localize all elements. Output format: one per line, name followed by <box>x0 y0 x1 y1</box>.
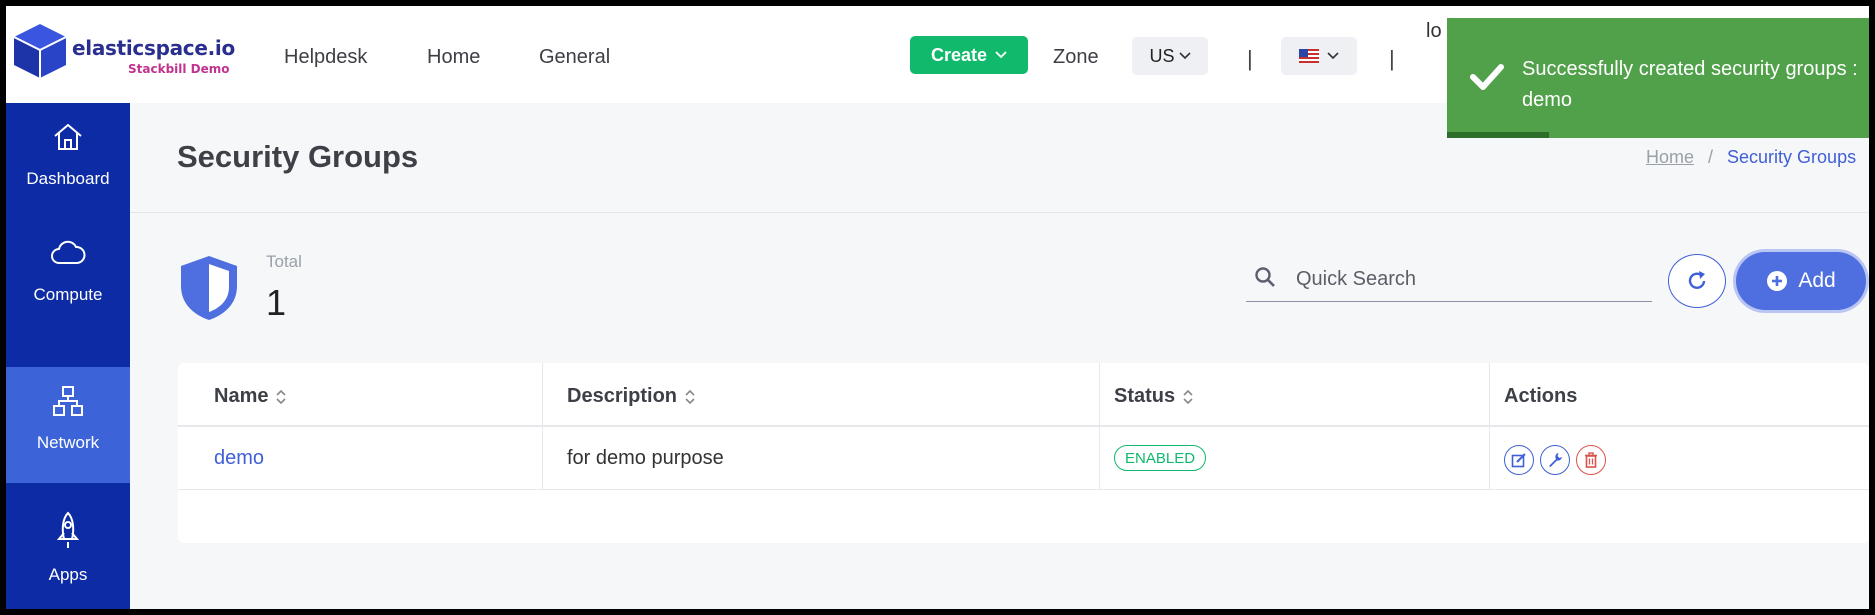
chevron-down-icon <box>1178 52 1191 60</box>
breadcrumb: Home / Security Groups <box>1646 147 1856 168</box>
sort-icon <box>1183 389 1193 404</box>
network-icon <box>53 386 83 416</box>
app-frame: elasticspace.io Stackbill Demo Helpdesk … <box>6 6 1869 609</box>
chevron-down-icon <box>1327 52 1339 60</box>
logo-name: elasticspace.io <box>72 36 235 60</box>
breadcrumb-home[interactable]: Home <box>1646 147 1694 167</box>
us-flag-icon <box>1299 49 1319 63</box>
add-button[interactable]: Add <box>1736 252 1866 310</box>
zone-select[interactable]: US <box>1132 37 1208 75</box>
add-button-label: Add <box>1798 269 1836 292</box>
search-input[interactable] <box>1296 262 1646 296</box>
cloud-icon <box>51 240 86 264</box>
rocket-icon <box>56 511 80 548</box>
home-icon <box>54 123 82 150</box>
refresh-button[interactable] <box>1668 254 1726 308</box>
header-label: Status <box>1114 385 1176 407</box>
sidebar-item-label: Apps <box>48 565 88 584</box>
sidebar-item-network[interactable]: Network <box>6 367 130 483</box>
zone-value: US <box>1149 45 1175 66</box>
trash-icon <box>1585 452 1597 468</box>
create-button-label: Create <box>930 44 988 65</box>
toast-message: Successfully created security groups : d… <box>1522 58 1858 111</box>
create-button[interactable]: Create <box>910 36 1028 74</box>
sidebar-item-label: Compute <box>33 285 103 304</box>
sidebar-item-label: Network <box>36 433 100 452</box>
security-groups-table: Name Description Status Actions demo for… <box>178 363 1869 543</box>
sidebar-item-compute[interactable]: Compute <box>6 219 130 335</box>
header-label: Description <box>567 385 678 407</box>
nav-helpdesk[interactable]: Helpdesk <box>284 46 367 69</box>
sidebar: Dashboard Compute Network Apps <box>6 103 130 609</box>
row-description: for demo purpose <box>567 447 724 469</box>
header-description[interactable]: Description <box>567 385 695 408</box>
delete-button[interactable] <box>1576 445 1606 475</box>
plus-circle-icon <box>1767 271 1788 291</box>
nav-general[interactable]: General <box>539 46 610 69</box>
total-count: 1 <box>266 282 287 323</box>
search-box <box>1246 258 1652 302</box>
toast-progress-bar <box>1447 132 1549 138</box>
edit-icon <box>1511 453 1526 468</box>
logo[interactable]: elasticspace.io Stackbill Demo <box>12 22 242 84</box>
row-divider <box>178 489 1869 490</box>
sort-icon <box>276 389 287 404</box>
wrench-icon <box>1549 453 1562 467</box>
cube-logo-icon <box>13 24 67 78</box>
sidebar-item-apps[interactable]: Apps <box>6 493 130 609</box>
page-title: Security Groups <box>177 139 419 174</box>
header-name[interactable]: Name <box>214 385 287 408</box>
success-toast[interactable]: Successfully created security groups : d… <box>1447 18 1869 138</box>
user-info[interactable]: lo <box>1426 20 1442 43</box>
header-separator: | <box>1247 46 1253 71</box>
shield-icon <box>181 256 237 320</box>
refresh-icon <box>1688 271 1706 289</box>
header-actions: Actions <box>1504 385 1577 408</box>
sidebar-item-label: Dashboard <box>26 169 110 188</box>
sidebar-item-dashboard[interactable]: Dashboard <box>6 103 130 219</box>
nav-home[interactable]: Home <box>427 46 480 69</box>
zone-label: Zone <box>1053 46 1099 68</box>
row-name-link[interactable]: demo <box>214 447 264 470</box>
sort-icon <box>685 389 695 404</box>
status-badge: ENABLED <box>1114 445 1207 471</box>
total-label: Total <box>266 252 302 271</box>
language-select[interactable] <box>1281 37 1357 75</box>
header-divider <box>178 425 1869 427</box>
search-icon <box>1255 267 1275 287</box>
header-label: Name <box>214 385 269 407</box>
chevron-down-icon <box>995 51 1007 59</box>
check-icon <box>1470 64 1504 90</box>
settings-button[interactable] <box>1540 445 1570 475</box>
breadcrumb-separator: / <box>1708 147 1714 167</box>
breadcrumb-current: Security Groups <box>1727 147 1857 167</box>
header-label: Actions <box>1504 385 1578 407</box>
logo-subtitle: Stackbill Demo <box>128 62 230 76</box>
header-status[interactable]: Status <box>1114 385 1193 408</box>
edit-button[interactable] <box>1504 445 1534 475</box>
header-separator: | <box>1389 46 1395 71</box>
